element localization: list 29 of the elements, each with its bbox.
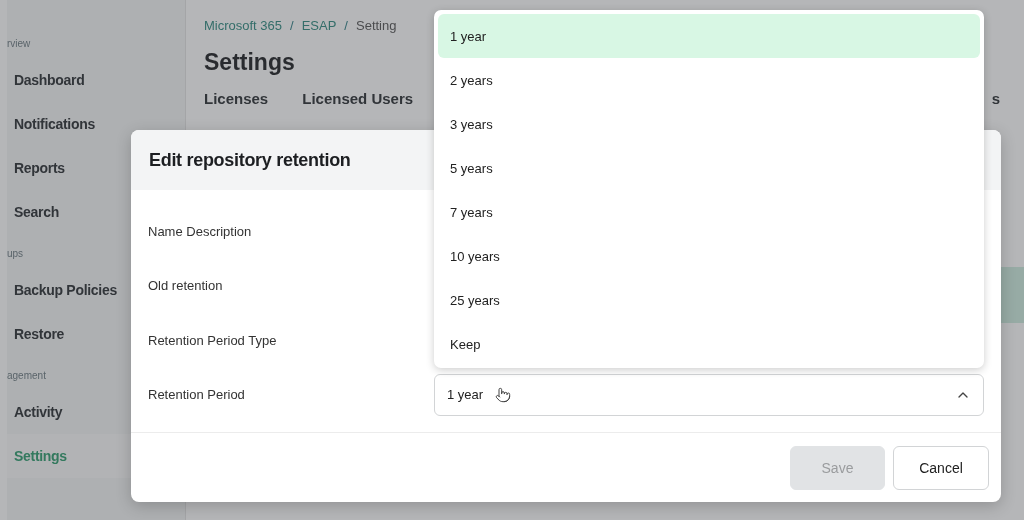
dropdown-option[interactable]: 2 years [438, 58, 980, 102]
dropdown-option[interactable]: 10 years [438, 234, 980, 278]
dropdown-option[interactable]: 7 years [438, 190, 980, 234]
hand-pointer-icon [495, 386, 512, 403]
sidebar-section-label: rview [7, 37, 32, 51]
field-label: Retention Period Type [148, 332, 277, 348]
tab[interactable]: Licensed Users [302, 90, 414, 107]
dropdown-option[interactable]: 3 years [438, 102, 980, 146]
retention-period-select[interactable]: 1 year [434, 373, 984, 416]
dropdown-option[interactable]: Keep [438, 322, 980, 366]
cancel-button[interactable]: Cancel [893, 445, 989, 490]
field-label: Name Description [148, 223, 252, 239]
page-title: Settings [204, 49, 296, 76]
breadcrumb-separator: / [290, 18, 294, 33]
breadcrumb-link[interactable]: Setting [356, 18, 397, 33]
tab[interactable]: s [991, 90, 1000, 107]
sidebar-section-label: ups [7, 247, 25, 261]
field-label: Retention Period [148, 387, 245, 403]
dropdown-option[interactable]: 5 years [438, 146, 980, 190]
sidebar-item[interactable]: Notifications [7, 102, 185, 146]
dialog-title: Edit repository retention [149, 149, 351, 171]
field-label: Old retention [148, 278, 223, 294]
tab[interactable]: Licenses [204, 90, 269, 107]
dropdown-option[interactable]: 1 year [438, 14, 980, 58]
sidebar-item[interactable]: Dashboard [7, 58, 185, 102]
sidebar-section-label: agement [7, 369, 47, 383]
breadcrumb-separator: / [344, 18, 348, 33]
dropdown-option[interactable]: 25 years [438, 278, 980, 322]
select-value: 1 year [447, 387, 484, 403]
